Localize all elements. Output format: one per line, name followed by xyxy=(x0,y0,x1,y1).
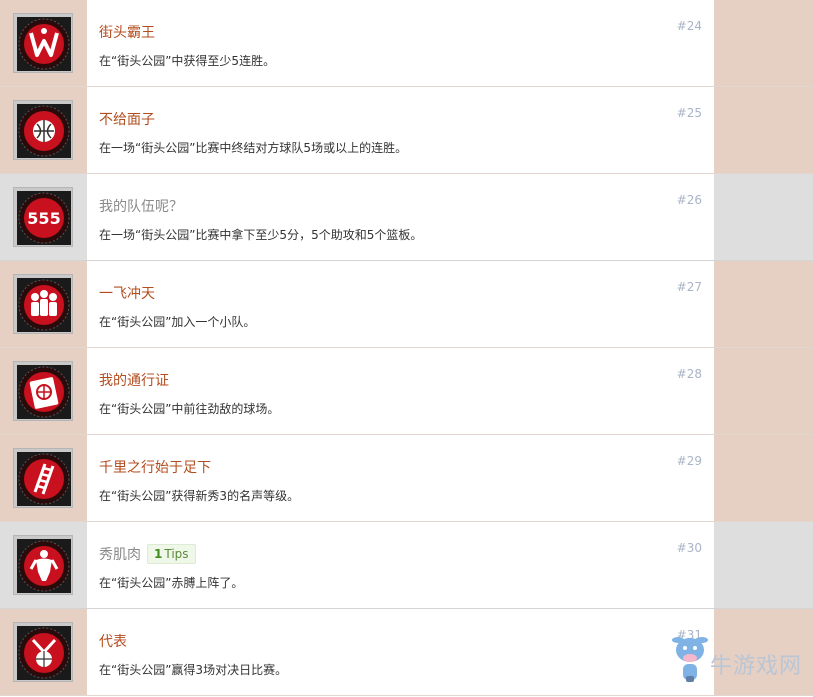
muscle-man-icon xyxy=(17,539,71,593)
achievement-badge: 555 xyxy=(13,187,73,247)
achievement-number: #25 xyxy=(676,106,702,120)
achievement-content: 不给面子在一场“街头公园”比赛中终结对方球队5场或以上的连胜。 #25 xyxy=(87,87,714,173)
achievement-side-cell xyxy=(714,87,813,173)
achievement-title[interactable]: 不给面子 xyxy=(99,109,155,129)
achievement-content: 我的队伍呢？ 在一场“街头公园”比赛中拿下至少5分，5个助攻和5个篮板。 #26 xyxy=(87,174,714,260)
achievement-icon-cell xyxy=(0,348,87,434)
achievement-title-text[interactable]: 街头霸王 xyxy=(99,25,155,41)
achievement-content: 千里之行始于足下在“街头公园”获得新秀3的名声等级。 #29 xyxy=(87,435,714,521)
achievement-row: 不给面子在一场“街头公园”比赛中终结对方球队5场或以上的连胜。 #25 xyxy=(0,87,813,174)
achievement-content: 街头霸王在“街头公园”中获得至少5连胜。 #24 xyxy=(87,0,714,86)
achievement-badge xyxy=(13,361,73,421)
globe-pass-icon xyxy=(17,365,71,419)
tips-label: Tips xyxy=(164,547,189,561)
achievement-badge xyxy=(13,274,73,334)
achievement-title-text[interactable]: 秀肌肉 xyxy=(99,547,141,563)
achievement-icon-cell xyxy=(0,261,87,347)
achievement-description: 在“街头公园”中前往劲敌的球场。 xyxy=(99,402,280,416)
achievement-icon-cell xyxy=(0,522,87,608)
achievement-title-text[interactable]: 我的通行证 xyxy=(99,373,169,389)
achievement-icon-cell xyxy=(0,0,87,86)
tips-count: 1 xyxy=(154,547,163,561)
watermark-text: 牛游戏网 xyxy=(710,654,803,679)
ladder-icon xyxy=(17,452,71,506)
achievement-title[interactable]: 我的队伍呢？ xyxy=(99,196,183,216)
achievement-side-cell xyxy=(714,174,813,260)
achievement-content: 代表 在“街头公园”赢得3场对决日比赛。 #31 xyxy=(87,609,714,695)
wrestler-w-icon xyxy=(17,17,71,71)
achievement-badge xyxy=(13,622,73,682)
achievement-number: #28 xyxy=(676,367,702,381)
achievement-row: 我的通行证在“街头公园”中前往劲敌的球场。 #28 xyxy=(0,348,813,435)
achievement-title[interactable]: 一飞冲天 xyxy=(99,283,155,303)
achievement-row: 千里之行始于足下在“街头公园”获得新秀3的名声等级。 #29 xyxy=(0,435,813,522)
broken-ball-icon xyxy=(17,104,71,158)
achievement-title-text[interactable]: 我的队伍呢？ xyxy=(99,199,183,215)
achievement-icon-cell xyxy=(0,87,87,173)
achievement-row: 街头霸王在“街头公园”中获得至少5连胜。 #24 xyxy=(0,0,813,87)
achievement-description: 在“街头公园”赢得3场对决日比赛。 xyxy=(99,663,288,677)
achievement-side-cell xyxy=(714,0,813,86)
achievement-description: 在一场“街头公园”比赛中终结对方球队5场或以上的连胜。 xyxy=(99,141,408,155)
achievement-badge xyxy=(13,448,73,508)
achievement-badge xyxy=(13,100,73,160)
achievement-list: 街头霸王在“街头公园”中获得至少5连胜。 #24 不给面子在一场“街头公园”比赛中… xyxy=(0,0,813,696)
achievement-content: 我的通行证在“街头公园”中前往劲敌的球场。 #28 xyxy=(87,348,714,434)
achievement-title-text[interactable]: 不给面子 xyxy=(99,112,155,128)
achievement-icon-cell xyxy=(0,609,87,695)
achievement-title-text[interactable]: 代表 xyxy=(99,634,127,650)
achievement-number: #24 xyxy=(676,19,702,33)
achievement-description: 在“街头公园”中获得至少5连胜。 xyxy=(99,54,276,68)
cow-mascot-icon xyxy=(672,637,708,682)
achievement-content: 一飞冲天在“街头公园”加入一个小队。 #27 xyxy=(87,261,714,347)
achievement-title[interactable]: 秀肌肉 1 Tips xyxy=(99,544,196,564)
achievement-icon-cell: 555 xyxy=(0,174,87,260)
svg-text:555: 555 xyxy=(27,209,60,228)
achievement-content: 秀肌肉 1 Tips 在“街头公园”赤膊上阵了。 #30 xyxy=(87,522,714,608)
achievement-number: #27 xyxy=(676,280,702,294)
achievement-side-cell xyxy=(714,261,813,347)
achievement-title[interactable]: 我的通行证 xyxy=(99,370,169,390)
achievement-badge xyxy=(13,535,73,595)
achievement-badge xyxy=(13,13,73,73)
achievement-side-cell xyxy=(714,522,813,608)
achievement-row: 秀肌肉 1 Tips 在“街头公园”赤膊上阵了。 #30 xyxy=(0,522,813,609)
achievement-number: #26 xyxy=(676,193,702,207)
achievement-description: 在“街头公园”赤膊上阵了。 xyxy=(99,576,244,590)
achievement-description: 在“街头公园”获得新秀3的名声等级。 xyxy=(99,489,300,503)
achievement-title[interactable]: 代表 xyxy=(99,631,127,651)
tips-badge[interactable]: 1 Tips xyxy=(147,544,196,564)
achievement-row: 555 我的队伍呢？ 在一场“街头公园”比赛中拿下至少5分，5个助攻和5个篮板。 #… xyxy=(0,174,813,261)
achievement-number: #30 xyxy=(676,541,702,555)
ball-trophy-icon xyxy=(17,626,71,680)
achievement-title[interactable]: 千里之行始于足下 xyxy=(99,457,211,477)
achievement-description: 在“街头公园”加入一个小队。 xyxy=(99,315,256,329)
achievement-title-text[interactable]: 千里之行始于足下 xyxy=(99,460,211,476)
achievement-title[interactable]: 街头霸王 xyxy=(99,22,155,42)
achievement-row: 一飞冲天在“街头公园”加入一个小队。 #27 xyxy=(0,261,813,348)
triple-five-icon: 555 xyxy=(17,191,71,245)
achievement-title-text[interactable]: 一飞冲天 xyxy=(99,286,155,302)
achievement-side-cell xyxy=(714,435,813,521)
achievement-number: #29 xyxy=(676,454,702,468)
three-players-icon xyxy=(17,278,71,332)
achievement-description: 在一场“街头公园”比赛中拿下至少5分，5个助攻和5个篮板。 xyxy=(99,228,423,242)
achievement-side-cell xyxy=(714,348,813,434)
site-watermark: 牛游戏网 xyxy=(668,620,808,692)
achievement-icon-cell xyxy=(0,435,87,521)
